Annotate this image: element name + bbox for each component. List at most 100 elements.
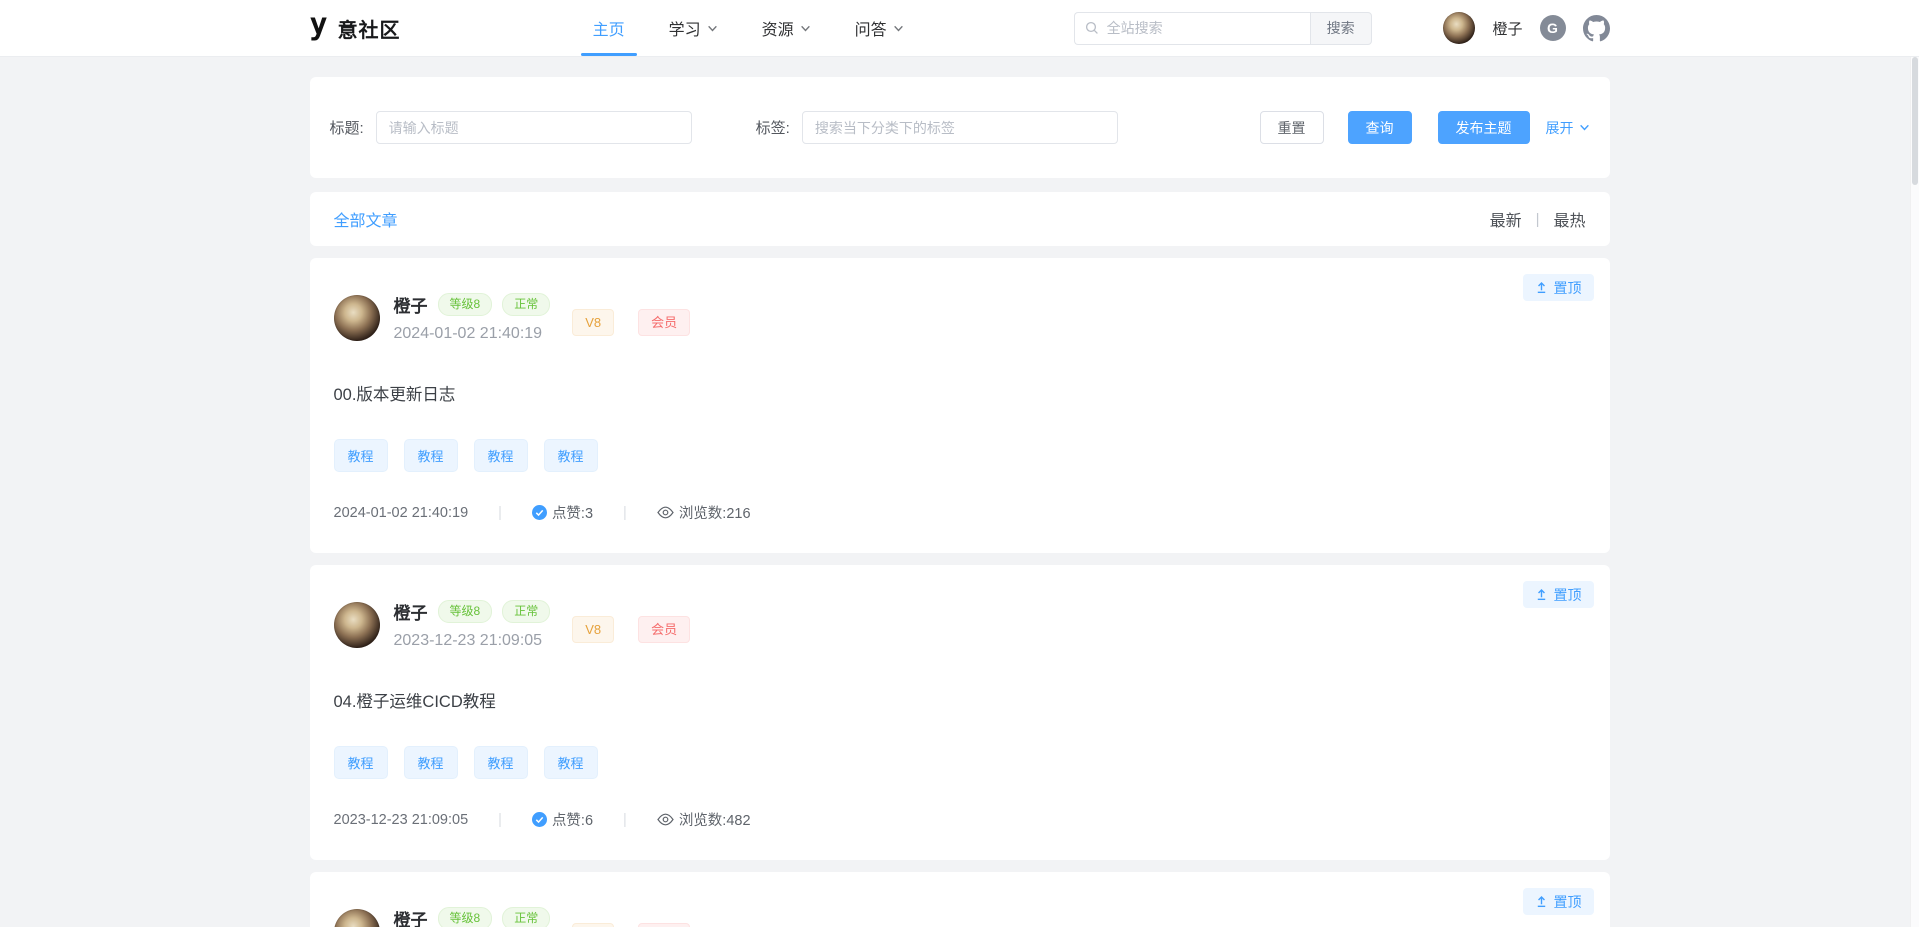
views-stat: 浏览数:482 [657, 809, 751, 830]
post-footer: 2024-01-02 21:40:19 | 点赞:3 | 浏览数:216 [334, 502, 1582, 523]
scrollbar-thumb[interactable] [1912, 57, 1918, 185]
global-search: 搜索 [1074, 12, 1372, 45]
list-header: 全部文章 最新 | 最热 [310, 192, 1610, 246]
post-tags: 教程 教程 教程 教程 [334, 439, 1582, 472]
pin-top-button[interactable]: 置顶 [1523, 888, 1594, 915]
likes-label: 点赞:6 [552, 809, 593, 830]
title-input[interactable] [376, 111, 692, 144]
post-tag[interactable]: 教程 [544, 746, 598, 779]
post-tags: 教程 教程 教程 教程 [334, 746, 1582, 779]
chevron-down-icon [893, 23, 904, 34]
post-tag[interactable]: 教程 [474, 439, 528, 472]
search-icon [1085, 21, 1099, 35]
author-avatar[interactable] [334, 909, 380, 927]
sort-hottest[interactable]: 最热 [1553, 207, 1585, 231]
expand-link-label: 展开 [1546, 118, 1574, 138]
author-name[interactable]: 橙子 [394, 292, 428, 317]
vip-badge: V8 [572, 309, 614, 337]
chevron-down-icon [1579, 122, 1590, 133]
footer-divider: | [498, 505, 502, 521]
nav-item-home[interactable]: 主页 [571, 0, 647, 56]
status-badge: 正常 [502, 293, 550, 315]
filter-bar: 标题: 标签: 重置 查询 发布主题 展开 [310, 77, 1610, 178]
filter-title-field: 标题: [330, 111, 692, 144]
author-avatar[interactable] [334, 295, 380, 341]
post-title[interactable]: 04.橙子运维CICD教程 [334, 688, 1582, 712]
like-check-icon [532, 812, 547, 827]
level-badge: 等级8 [438, 907, 493, 927]
nav-item-qa-label: 问答 [855, 16, 887, 40]
pin-top-label: 置顶 [1554, 585, 1582, 605]
post-footer: 2023-12-23 21:09:05 | 点赞:6 | 浏览数:482 [334, 809, 1582, 830]
sort-controls: 最新 | 最热 [1490, 207, 1586, 231]
post-tag[interactable]: 教程 [404, 439, 458, 472]
status-badge: 正常 [502, 600, 550, 622]
site-logo[interactable]: y 意社区 [310, 14, 401, 43]
post-tag[interactable]: 教程 [474, 746, 528, 779]
vip-badge: V8 [572, 923, 614, 927]
nav-item-resources-label: 资源 [762, 16, 794, 40]
chevron-down-icon [707, 23, 718, 34]
likes-label: 点赞:3 [552, 502, 593, 523]
site-logo-icon: y [310, 12, 328, 38]
search-input[interactable] [1107, 20, 1300, 36]
pin-top-label: 置顶 [1554, 892, 1582, 912]
author-name[interactable]: 橙子 [394, 906, 428, 927]
likes-stat: 点赞:6 [532, 809, 593, 830]
user-avatar[interactable] [1443, 12, 1475, 44]
pin-to-top-icon [1535, 588, 1548, 601]
query-button[interactable]: 查询 [1348, 111, 1412, 144]
post-footer-time: 2023-12-23 21:09:05 [334, 812, 469, 828]
views-label: 浏览数:482 [679, 809, 751, 830]
post-tag[interactable]: 教程 [334, 439, 388, 472]
nav-item-home-label: 主页 [593, 16, 625, 40]
search-button[interactable]: 搜索 [1310, 12, 1372, 45]
reset-button[interactable]: 重置 [1260, 111, 1324, 144]
member-badge: 会员 [638, 309, 690, 337]
eye-icon [657, 813, 674, 826]
pin-to-top-icon [1535, 895, 1548, 908]
post-card: 置顶 橙子 等级8 正常 2023-12-23 21:09:05 V8 会员 0… [310, 565, 1610, 860]
post-tag[interactable]: 教程 [404, 746, 458, 779]
vip-badge: V8 [572, 616, 614, 644]
user-name[interactable]: 橙子 [1492, 18, 1522, 39]
author-avatar[interactable] [334, 602, 380, 648]
user-zone: 橙子 G [1443, 12, 1609, 44]
pin-top-label: 置顶 [1554, 278, 1582, 298]
post-time: 2023-12-23 21:09:05 [394, 632, 551, 650]
publish-topic-button[interactable]: 发布主题 [1438, 111, 1530, 144]
post-time: 2024-01-02 21:40:19 [394, 325, 551, 343]
post-card: 置顶 橙子 等级8 正常 2024-01-02 21:40:19 V8 会员 0… [310, 258, 1610, 553]
post-footer-time: 2024-01-02 21:40:19 [334, 505, 469, 521]
member-badge: 会员 [638, 923, 690, 927]
pin-top-button[interactable]: 置顶 [1523, 581, 1594, 608]
github-icon[interactable] [1583, 15, 1610, 42]
main-nav: 主页 学习 资源 问答 [571, 0, 926, 56]
nav-item-qa[interactable]: 问答 [833, 0, 926, 56]
pin-top-button[interactable]: 置顶 [1523, 274, 1594, 301]
post-card: 置顶 橙子 等级8 正常 2023-12-16 15:22:38 V8 会员 [310, 872, 1610, 927]
tag-input[interactable] [802, 111, 1118, 144]
post-title[interactable]: 00.版本更新日志 [334, 381, 1582, 405]
post-tag[interactable]: 教程 [544, 439, 598, 472]
member-badge: 会员 [638, 616, 690, 644]
sort-newest[interactable]: 最新 [1490, 207, 1522, 231]
all-articles-link[interactable]: 全部文章 [334, 207, 398, 231]
footer-divider: | [623, 812, 627, 828]
site-title: 意社区 [338, 14, 401, 43]
expand-link[interactable]: 展开 [1546, 118, 1590, 138]
likes-stat: 点赞:3 [532, 502, 593, 523]
search-input-wrap [1074, 12, 1310, 45]
nav-item-resources[interactable]: 资源 [740, 0, 833, 56]
author-name[interactable]: 橙子 [394, 599, 428, 624]
nav-item-learn-label: 学习 [669, 16, 701, 40]
filter-actions: 重置 查询 发布主题 展开 [1260, 111, 1590, 144]
like-check-icon [532, 505, 547, 520]
nav-item-learn[interactable]: 学习 [647, 0, 740, 56]
scrollbar-track[interactable] [1910, 0, 1919, 927]
footer-divider: | [498, 812, 502, 828]
filter-title-label: 标题: [330, 117, 364, 138]
pin-to-top-icon [1535, 281, 1548, 294]
gitee-icon[interactable]: G [1540, 15, 1566, 41]
post-tag[interactable]: 教程 [334, 746, 388, 779]
